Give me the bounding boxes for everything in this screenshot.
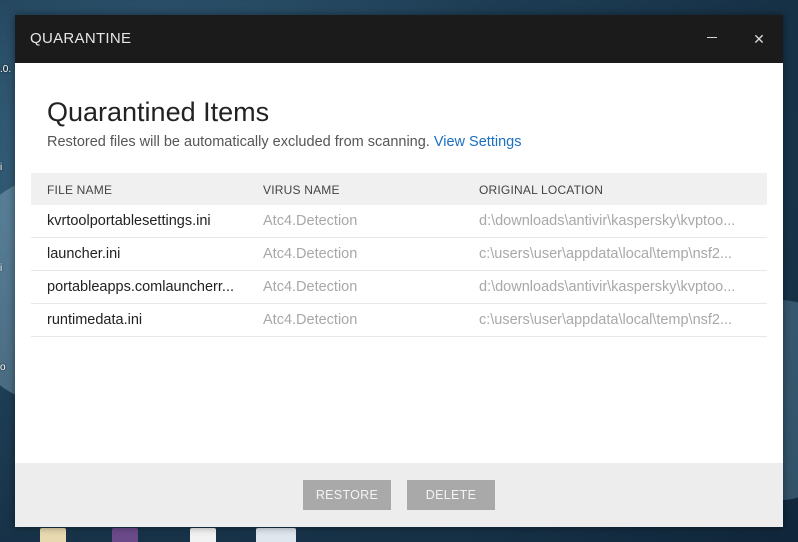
minimize-button[interactable] [700, 27, 724, 51]
file-name-cell: portableapps.comlauncherr... [47, 279, 234, 295]
page-subtitle: Restored files will be automatically exc… [47, 134, 521, 150]
virus-name-cell: Atc4.Detection [263, 312, 358, 328]
delete-button[interactable]: DELETE [407, 480, 495, 510]
virus-name-cell: Atc4.Detection [263, 213, 358, 229]
close-button[interactable]: ✕ [747, 27, 771, 51]
taskbar-app-icon[interactable] [40, 528, 66, 542]
file-name-cell: launcher.ini [47, 246, 121, 262]
restore-button[interactable]: RESTORE [303, 480, 391, 510]
view-settings-link[interactable]: View Settings [434, 134, 522, 150]
close-icon: ✕ [753, 30, 765, 47]
original-location-cell: d:\downloads\antivir\kaspersky\kvptoo... [479, 279, 736, 295]
quarantine-table: FILE NAME VIRUS NAME ORIGINAL LOCATION k… [31, 173, 767, 337]
subtitle-text: Restored files will be automatically exc… [47, 134, 430, 150]
desktop-icon-label[interactable]: .0. [0, 64, 11, 75]
file-name-cell: runtimedata.ini [47, 312, 143, 328]
desktop-icon-label[interactable]: i [0, 263, 2, 274]
table-row[interactable]: launcher.ini Atc4.Detection c:\users\use… [31, 238, 767, 271]
column-header-virus-name[interactable]: VIRUS NAME [263, 183, 340, 197]
minimize-icon [707, 36, 717, 38]
taskbar-app-icon[interactable] [112, 528, 138, 542]
original-location-cell: d:\downloads\antivir\kaspersky\kvptoo... [479, 213, 736, 229]
virus-name-cell: Atc4.Detection [263, 279, 358, 295]
virus-name-cell: Atc4.Detection [263, 246, 358, 262]
table-row[interactable]: runtimedata.ini Atc4.Detection c:\users\… [31, 304, 767, 337]
desktop-icon-label[interactable]: o [0, 362, 6, 373]
taskbar-app-icon[interactable] [256, 528, 296, 542]
file-name-cell: kvrtoolportablesettings.ini [47, 213, 211, 229]
page-title: Quarantined Items [47, 97, 270, 127]
original-location-cell: c:\users\user\appdata\local\temp\nsf2... [479, 246, 733, 262]
desktop-icon-label[interactable]: i [0, 162, 2, 173]
taskbar-app-icon[interactable] [190, 528, 216, 542]
column-header-file-name[interactable]: FILE NAME [47, 183, 112, 197]
table-row[interactable]: kvrtoolportablesettings.ini Atc4.Detecti… [31, 205, 767, 238]
table-header: FILE NAME VIRUS NAME ORIGINAL LOCATION [31, 173, 767, 205]
column-header-original-location[interactable]: ORIGINAL LOCATION [479, 183, 603, 197]
quarantine-window: QUARANTINE ✕ Quarantined Items Restored … [15, 15, 783, 527]
title-bar[interactable]: QUARANTINE ✕ [15, 15, 783, 63]
original-location-cell: c:\users\user\appdata\local\temp\nsf2... [479, 312, 733, 328]
window-title: QUARANTINE [30, 30, 132, 47]
footer-bar: RESTORE DELETE [15, 463, 783, 527]
table-row[interactable]: portableapps.comlauncherr... Atc4.Detect… [31, 271, 767, 304]
